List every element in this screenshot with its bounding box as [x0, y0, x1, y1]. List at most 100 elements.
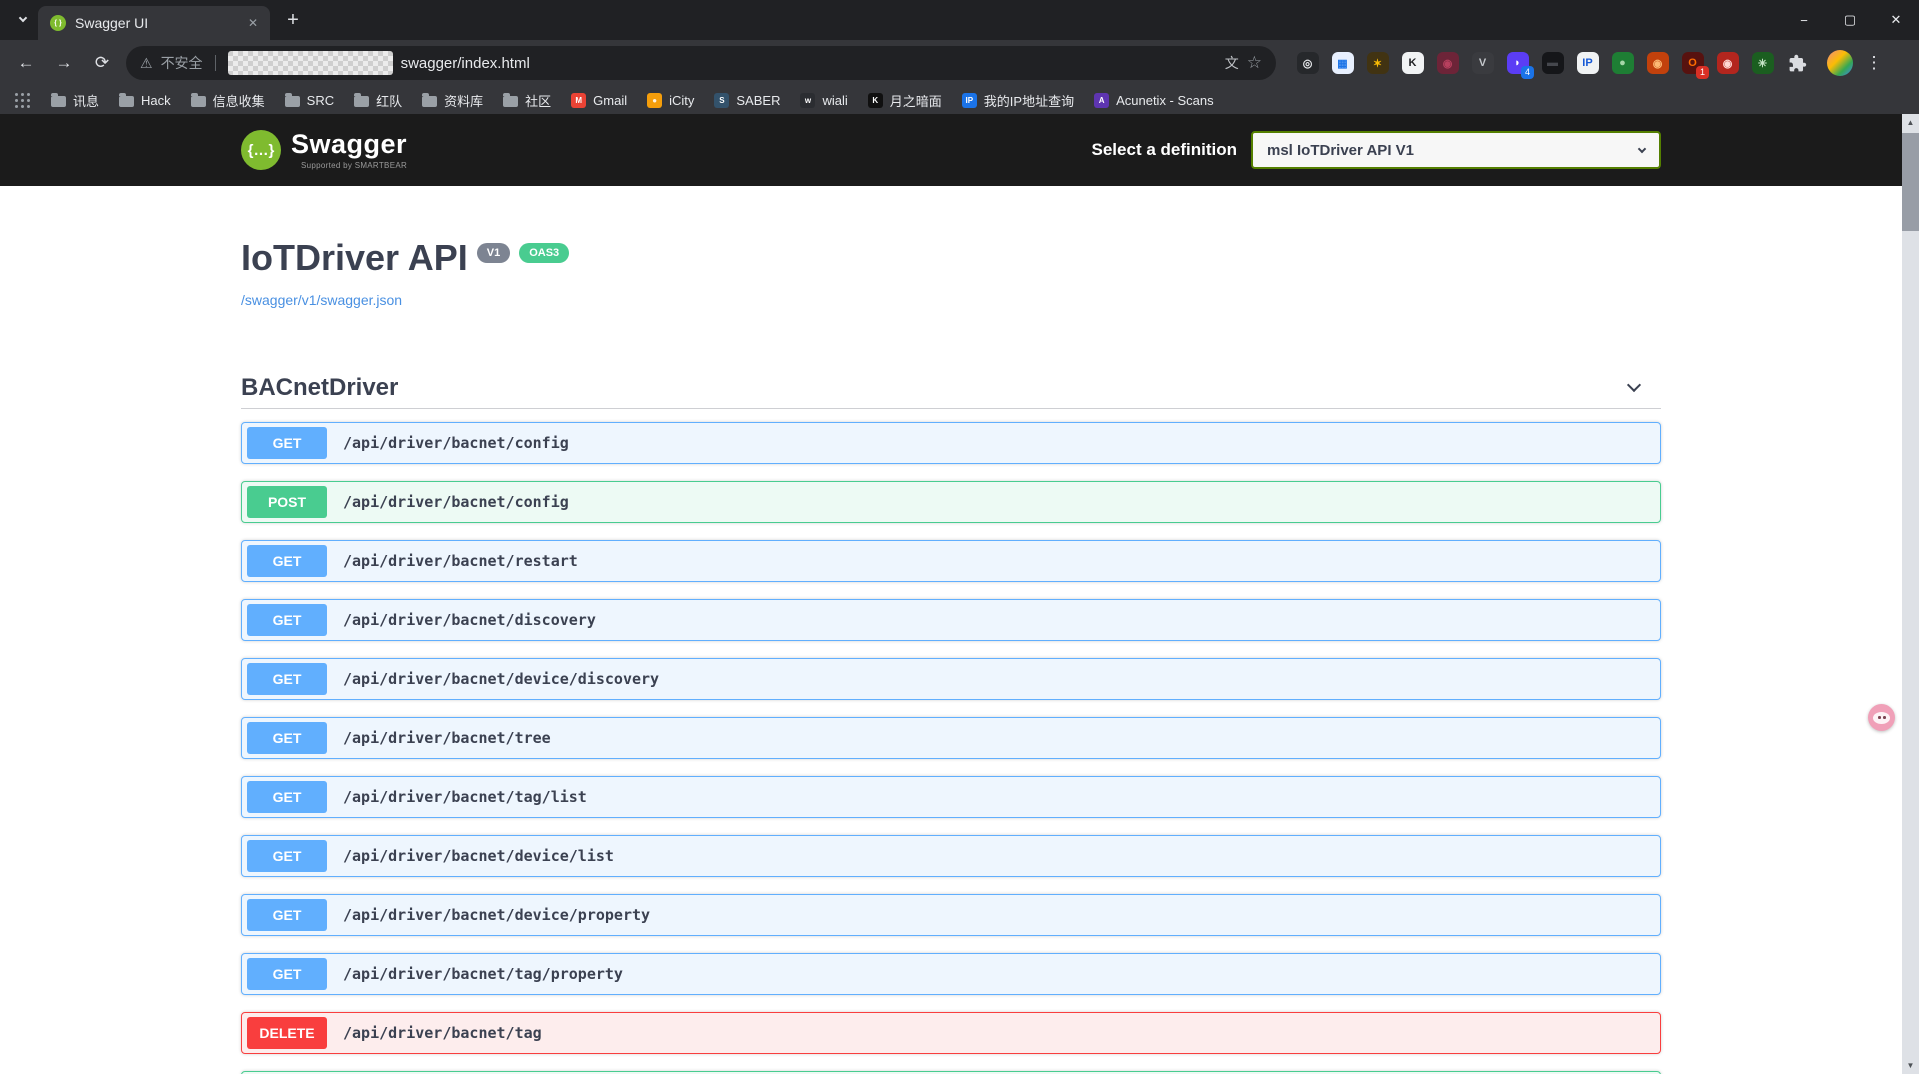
- browser-menu-icon[interactable]: ⋮: [1861, 48, 1887, 78]
- scrollbar-up-icon[interactable]: ▲: [1902, 114, 1919, 131]
- scrollbar-down-icon[interactable]: ▼: [1902, 1057, 1919, 1074]
- operation-path: /api/driver/bacnet/tag: [343, 1023, 542, 1042]
- http-method-badge: GET: [247, 426, 327, 459]
- warning-icon: ⚠: [140, 54, 153, 71]
- bookmark-icon: [51, 92, 66, 107]
- api-operation-row[interactable]: GET /api/driver/bacnet/restart: [241, 539, 1661, 582]
- tag-section-header[interactable]: BACnetDriver: [241, 374, 1661, 409]
- extension-icon[interactable]: ●: [1609, 50, 1636, 77]
- bookmark-label: 月之暗面: [889, 93, 942, 109]
- close-tab-icon[interactable]: ✕: [244, 14, 262, 32]
- extension-glyph: [1787, 52, 1809, 74]
- bookmark-label: Acunetix - Scans: [1116, 92, 1214, 108]
- http-method-badge: DELETE: [247, 1016, 327, 1049]
- extension-glyph: ▬: [1541, 52, 1564, 74]
- extension-icon[interactable]: ✳: [1749, 50, 1776, 77]
- bookmark-icon: [503, 92, 519, 107]
- floating-widget[interactable]: [1868, 704, 1895, 731]
- address-bar[interactable]: ⚠ 不安全 swagger/index.html 文 ☆: [126, 46, 1276, 80]
- extension-icon[interactable]: ◗ 4: [1504, 50, 1534, 79]
- maximize-button[interactable]: ▢: [1827, 0, 1873, 40]
- version-badge: V1: [476, 243, 511, 263]
- tab-search-button[interactable]: [8, 5, 38, 35]
- api-operation-row[interactable]: GET /api/driver/bacnet/device/list: [241, 834, 1661, 877]
- close-window-button[interactable]: ✕: [1873, 0, 1919, 40]
- bookmark-item[interactable]: w wiali: [791, 90, 856, 111]
- operations-list: GET /api/driver/bacnet/config POST /api/…: [241, 421, 1661, 1074]
- extension-icon[interactable]: IP: [1574, 50, 1601, 77]
- tab-title: Swagger UI: [75, 15, 149, 31]
- bookmark-icon: M: [571, 92, 587, 108]
- api-operation-row[interactable]: GET /api/driver/bacnet/config: [241, 421, 1661, 464]
- bookmark-label: 我的IP地址查询: [983, 93, 1075, 109]
- bookmark-icon: [190, 92, 206, 107]
- minimize-button[interactable]: −: [1781, 0, 1827, 40]
- bookmark-item[interactable]: 讯息: [42, 88, 108, 113]
- bookmark-label: 社区: [525, 93, 552, 109]
- extension-icon[interactable]: [1784, 50, 1811, 77]
- bookmark-item[interactable]: 资料库: [413, 88, 492, 113]
- bookmark-item[interactable]: 红队: [345, 88, 411, 113]
- extension-icon[interactable]: ◉: [1644, 50, 1671, 77]
- extension-icon[interactable]: ◎: [1294, 50, 1321, 77]
- api-operation-row[interactable]: GET /api/driver/bacnet/discovery: [241, 598, 1661, 641]
- extension-icon[interactable]: K: [1399, 50, 1426, 77]
- bookmark-item[interactable]: SRC: [276, 90, 343, 111]
- forward-button[interactable]: →: [48, 47, 80, 79]
- spec-link[interactable]: /swagger/v1/swagger.json: [241, 292, 402, 308]
- select-definition-label: Select a definition: [1091, 140, 1237, 159]
- api-operation-row[interactable]: GET /api/driver/bacnet/device/property: [241, 893, 1661, 936]
- api-operation-row[interactable]: DELETE /api/driver/bacnet/tag: [241, 1011, 1661, 1054]
- profile-avatar[interactable]: [1827, 50, 1853, 76]
- http-method-badge: GET: [247, 662, 327, 695]
- bookmarks-bar: 讯息 Hack 信息收集 SRC 红队 资料库 社区 M Gmail ● iCi…: [0, 86, 1919, 114]
- scrollbar-thumb[interactable]: [1902, 133, 1919, 231]
- bookmark-item[interactable]: A Acunetix - Scans: [1085, 90, 1223, 111]
- bookmark-label: Hack: [141, 92, 171, 108]
- bookmark-star-icon[interactable]: ☆: [1247, 53, 1262, 73]
- bookmark-item[interactable]: M Gmail: [562, 90, 636, 111]
- extension-glyph: IP: [1576, 52, 1599, 74]
- apps-grid-icon[interactable]: [12, 90, 32, 110]
- extensions-area: ◎ ▦ ✶ K ◉ V ◗ 4 ▬ IP ● ◉ O 1 ◉ ✳: [1294, 50, 1811, 79]
- bookmark-item[interactable]: K 月之暗面: [859, 88, 951, 113]
- new-tab-button[interactable]: +: [278, 5, 308, 35]
- bookmark-item[interactable]: 信息收集: [182, 88, 274, 113]
- browser-tab[interactable]: Swagger UI ✕: [38, 6, 270, 40]
- api-operation-row[interactable]: GET /api/driver/bacnet/tag/property: [241, 952, 1661, 995]
- bookmark-item[interactable]: ● iCity: [638, 90, 703, 111]
- http-method-badge: POST: [247, 485, 327, 518]
- definition-select[interactable]: msl IoTDriver API V1: [1251, 131, 1661, 169]
- chevron-down-icon: [1637, 144, 1647, 153]
- extension-glyph: ▦: [1331, 52, 1354, 74]
- screen: { "browser": { "tab": { "title": "Swagge…: [0, 0, 1919, 1074]
- api-operation-row[interactable]: GET /api/driver/bacnet/device/discovery: [241, 657, 1661, 700]
- api-operation-row[interactable]: POST: [241, 1070, 1661, 1074]
- bookmark-item[interactable]: Hack: [110, 90, 180, 111]
- api-operation-row[interactable]: POST /api/driver/bacnet/config: [241, 480, 1661, 523]
- page-scrollbar[interactable]: ▲ ▼: [1902, 114, 1919, 1074]
- definition-select-value: msl IoTDriver API V1: [1267, 141, 1414, 159]
- back-button[interactable]: ←: [10, 47, 42, 79]
- swagger-logo[interactable]: {…} Swagger Supported by SMARTBEAR: [241, 130, 407, 170]
- api-operation-row[interactable]: GET /api/driver/bacnet/tree: [241, 716, 1661, 759]
- extension-icon[interactable]: O 1: [1679, 50, 1709, 79]
- bookmark-label: Gmail: [593, 92, 628, 108]
- api-operation-row[interactable]: GET /api/driver/bacnet/tag/list: [241, 775, 1661, 818]
- extension-icon[interactable]: ▬: [1539, 50, 1566, 77]
- extension-icon[interactable]: ◉: [1714, 50, 1741, 77]
- extension-icon[interactable]: ✶: [1364, 50, 1391, 77]
- translate-icon[interactable]: 文: [1225, 53, 1239, 73]
- bookmark-item[interactable]: 社区: [494, 88, 560, 113]
- extension-icon[interactable]: V: [1469, 50, 1496, 77]
- bookmark-icon: [422, 92, 438, 107]
- bookmark-item[interactable]: IP 我的IP地址查询: [953, 88, 1083, 113]
- bookmark-item[interactable]: S SABER: [705, 90, 789, 111]
- extension-glyph: ●: [1611, 52, 1634, 74]
- reload-button[interactable]: ⟳: [86, 47, 118, 79]
- bookmark-icon: K: [867, 92, 883, 108]
- extension-icon[interactable]: ◉: [1434, 50, 1461, 77]
- extension-glyph: ◉: [1716, 52, 1739, 74]
- extension-icon[interactable]: ▦: [1329, 50, 1356, 77]
- bookmark-label: 信息收集: [212, 93, 265, 109]
